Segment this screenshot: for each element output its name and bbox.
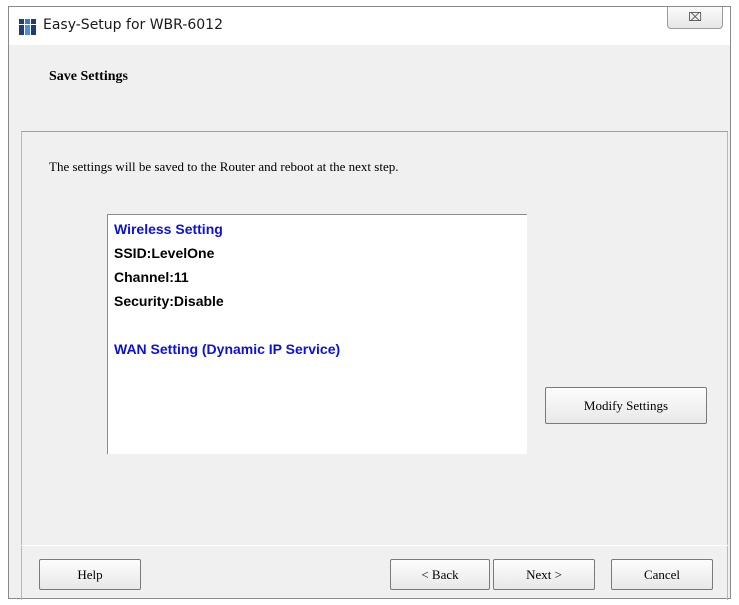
cancel-button[interactable]: Cancel <box>611 559 713 590</box>
security-value: Security:Disable <box>114 293 224 309</box>
window-title: Easy-Setup for WBR-6012 <box>43 17 223 33</box>
app-icon <box>19 18 37 36</box>
wan-setting-heading: WAN Setting (Dynamic IP Service) <box>114 341 341 357</box>
page-title: Save Settings <box>49 69 128 84</box>
channel-value: Channel:11 <box>114 269 189 285</box>
header-panel: Save Settings <box>21 45 728 132</box>
modify-settings-button[interactable]: Modify Settings <box>545 387 707 424</box>
help-button[interactable]: Help <box>39 559 141 590</box>
setup-window: Easy-Setup for WBR-6012 ⌧ Save Settings … <box>8 6 731 600</box>
close-button[interactable]: ⌧ <box>667 7 723 29</box>
close-icon: ⌧ <box>688 10 702 24</box>
settings-summary-box: Wireless Setting SSID:LevelOne Channel:1… <box>107 214 527 454</box>
wireless-setting-heading: Wireless Setting <box>114 221 223 237</box>
back-button[interactable]: < Back <box>390 559 490 590</box>
ssid-value: SSID:LevelOne <box>114 245 215 261</box>
next-button[interactable]: Next > <box>493 559 595 590</box>
save-description: The settings will be saved to the Router… <box>49 159 399 174</box>
footer-separator <box>21 545 728 546</box>
title-bar: Easy-Setup for WBR-6012 ⌧ <box>9 7 730 45</box>
